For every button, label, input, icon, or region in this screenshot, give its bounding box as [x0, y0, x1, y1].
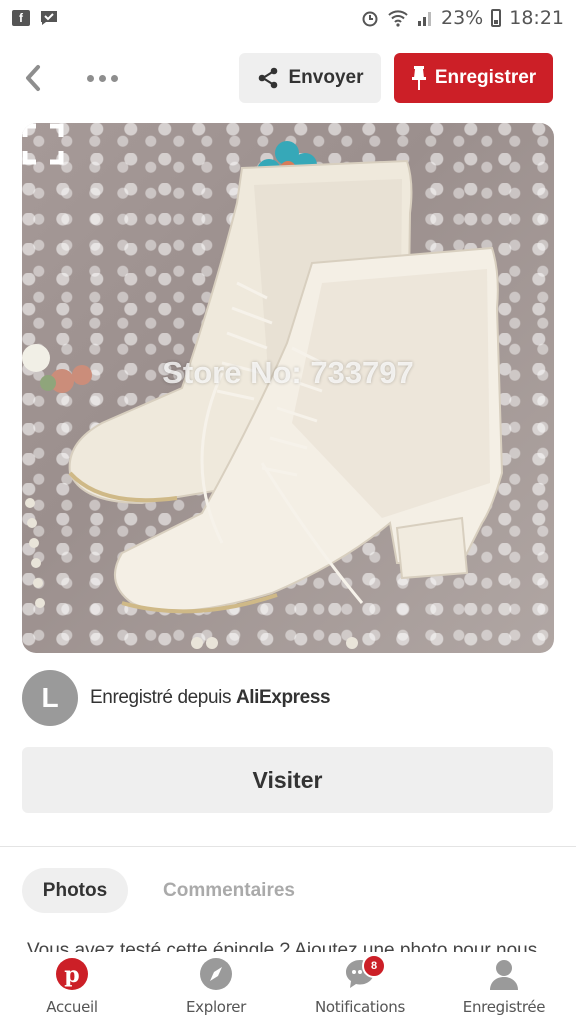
- svg-text:p: p: [64, 962, 79, 988]
- profile-icon: [486, 956, 522, 992]
- notification-badge: 8: [362, 954, 386, 978]
- pin-icon: [411, 66, 426, 90]
- save-label: Enregistrer: [434, 67, 537, 88]
- pinterest-icon: p: [54, 956, 90, 992]
- pin-image[interactable]: Store No: 733797: [22, 123, 554, 653]
- nav-label: Enregistrée: [462, 998, 546, 1016]
- more-options-button[interactable]: [82, 60, 122, 96]
- visit-button[interactable]: Visiter: [22, 747, 553, 813]
- expand-icon[interactable]: [22, 123, 64, 165]
- battery-percent: 23%: [441, 7, 484, 29]
- wifi-icon: [388, 10, 408, 27]
- nav-label: Accueil: [46, 998, 98, 1016]
- status-bar: f 23% 18:21: [0, 0, 576, 36]
- facebook-icon: f: [12, 10, 30, 26]
- alarm-icon: [362, 11, 378, 27]
- share-icon: [258, 67, 277, 89]
- source-row[interactable]: L Enregistré depuis AliExpress: [22, 670, 554, 726]
- source-text: Enregistré depuis AliExpress: [90, 687, 331, 709]
- top-bar: Envoyer Enregistrer: [0, 52, 576, 104]
- signal-icon: [418, 12, 431, 26]
- nav-label: Notifications: [315, 998, 405, 1016]
- tab-photos[interactable]: Photos: [22, 868, 128, 913]
- save-button[interactable]: Enregistrer: [394, 53, 553, 103]
- clock: 18:21: [509, 7, 564, 29]
- tab-comments[interactable]: Commentaires: [148, 868, 310, 913]
- message-icon: [41, 11, 57, 25]
- status-left: f: [12, 10, 58, 26]
- dot: [86, 74, 94, 82]
- nav-item-saved[interactable]: Enregistrée: [432, 952, 576, 1024]
- chevron-left-icon: [26, 65, 40, 91]
- back-button[interactable]: [18, 60, 48, 96]
- nav-item-notifications[interactable]: 8 Notifications: [288, 952, 432, 1024]
- battery-icon: [491, 9, 502, 27]
- source-prefix: Enregistré depuis: [90, 687, 236, 708]
- send-button[interactable]: Envoyer: [239, 53, 381, 103]
- compass-icon: [198, 956, 234, 992]
- chat-icon: 8: [342, 954, 386, 992]
- avatar[interactable]: L: [22, 670, 78, 726]
- nav-item-home[interactable]: p Accueil: [0, 952, 144, 1024]
- divider: [0, 846, 576, 847]
- watermark: Store No: 733797: [162, 355, 414, 390]
- dot: [98, 74, 106, 82]
- send-label: Envoyer: [288, 67, 364, 88]
- status-right: 23% 18:21: [361, 7, 564, 29]
- dot: [110, 74, 118, 82]
- add-photo-prompt: Vous avez testé cette épingle ? Ajoutez …: [27, 940, 538, 952]
- bottom-nav: p Accueil Explorer 8 Notifications Enreg…: [0, 952, 576, 1024]
- source-site[interactable]: AliExpress: [236, 687, 331, 708]
- nav-label: Explorer: [185, 998, 247, 1016]
- nav-item-explore[interactable]: Explorer: [144, 952, 288, 1024]
